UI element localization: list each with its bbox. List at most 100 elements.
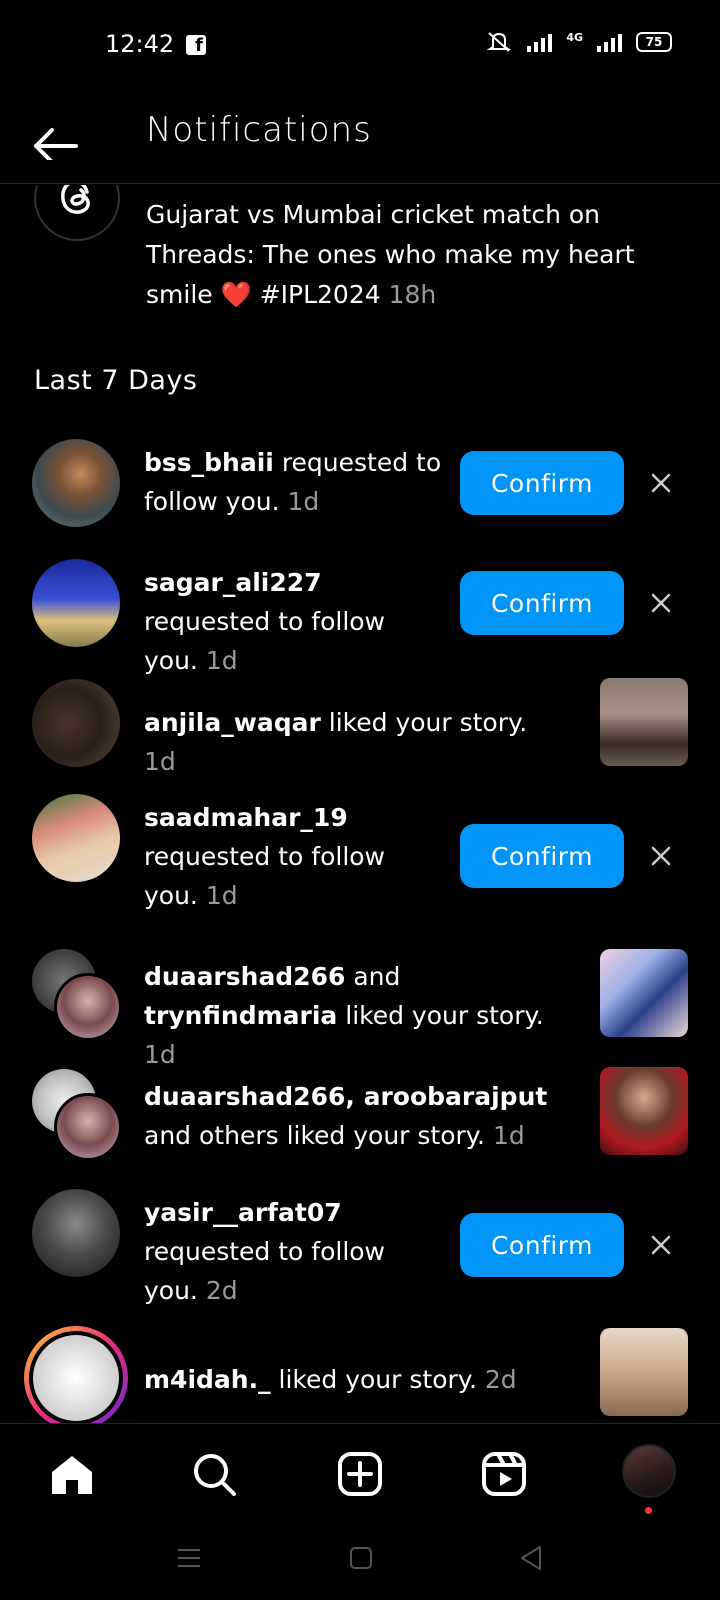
notification-action: liked your story.: [328, 708, 528, 737]
bottom-nav: [0, 1423, 720, 1523]
notification-text: duaarshad266, aroobarajput and others li…: [144, 1077, 554, 1155]
page-title: Notifications: [146, 110, 372, 150]
nav-search[interactable]: [186, 1446, 242, 1502]
notification-dot: [645, 1507, 652, 1514]
notification-text: m4idah._ liked your story. 2d: [144, 1360, 554, 1399]
notification-item[interactable]: anjila_waqar liked your story. 1d: [0, 675, 720, 776]
avatar: [54, 973, 122, 1041]
system-nav: [0, 1523, 720, 1600]
avatar[interactable]: [24, 1326, 128, 1423]
dismiss-button[interactable]: [646, 1230, 676, 1260]
username[interactable]: m4idah._: [144, 1365, 271, 1394]
notification-action: requested to follow you.: [144, 1237, 386, 1305]
notification-action: liked your story.: [345, 1001, 544, 1030]
confirm-button[interactable]: Confirm: [460, 451, 624, 515]
notifications-list[interactable]: Gujarat vs Mumbai cricket match on Threa…: [0, 185, 720, 1423]
nav-create[interactable]: [332, 1446, 388, 1502]
story-thumbnail[interactable]: [600, 678, 688, 766]
threads-notification[interactable]: Gujarat vs Mumbai cricket match on Threa…: [0, 185, 720, 315]
avatar[interactable]: [32, 679, 120, 767]
username-2[interactable]: trynfindmaria: [144, 1001, 337, 1030]
status-bar: 12:42 f 4G 75: [0, 0, 720, 90]
notification-item[interactable]: yasir__arfat07 requested to follow you. …: [0, 1185, 720, 1315]
threads-hashtag[interactable]: #IPL2024: [260, 280, 381, 309]
username[interactable]: bss_bhaii: [144, 448, 274, 477]
search-icon: [194, 1454, 236, 1496]
story-thumbnail[interactable]: [600, 1328, 688, 1416]
notification-time: 2d: [484, 1365, 517, 1394]
close-icon: [651, 593, 671, 613]
notification-time: 1d: [205, 881, 238, 910]
threads-avatar: [34, 185, 120, 241]
notification-connector: and: [144, 1121, 192, 1150]
username[interactable]: duaarshad266: [144, 962, 345, 991]
notification-action: requested to follow you.: [144, 607, 386, 675]
back-triangle-icon[interactable]: [516, 1543, 546, 1573]
notification-item[interactable]: bss_bhaii requested to follow you. 1d Co…: [0, 435, 720, 545]
avatar: [54, 1093, 122, 1161]
notification-text: sagar_ali227 requested to follow you. 1d: [144, 563, 444, 680]
back-button[interactable]: [30, 110, 84, 164]
notification-item[interactable]: sagar_ali227 requested to follow you. 1d…: [0, 555, 720, 675]
close-icon: [651, 473, 671, 493]
confirm-button[interactable]: Confirm: [460, 824, 624, 888]
username[interactable]: anjila_waqar: [144, 708, 321, 737]
threads-notification-text: Gujarat vs Mumbai cricket match on Threa…: [146, 185, 646, 315]
home-icon: [52, 1456, 92, 1494]
arrow-left-icon: [34, 128, 78, 164]
notification-text: bss_bhaii requested to follow you. 1d: [144, 443, 444, 521]
threads-icon: [61, 185, 90, 214]
close-icon: [651, 1235, 671, 1255]
notification-action: others liked your story.: [199, 1121, 485, 1150]
notification-text: yasir__arfat07 requested to follow you. …: [144, 1193, 404, 1310]
notification-text: saadmahar_19 requested to follow you. 1d: [144, 798, 404, 915]
close-icon: [651, 846, 671, 866]
avatar[interactable]: [32, 439, 120, 527]
notification-item[interactable]: saadmahar_19 requested to follow you. 1d…: [0, 790, 720, 920]
confirm-button[interactable]: Confirm: [460, 1213, 624, 1277]
signal-icon: [527, 32, 553, 52]
menu-icon[interactable]: [176, 1545, 202, 1571]
username[interactable]: sagar_ali227: [144, 568, 322, 597]
network-type: 4G: [566, 30, 583, 44]
notification-time: 2d: [205, 1276, 238, 1305]
dismiss-button[interactable]: [646, 468, 676, 498]
notification-time: 1d: [144, 747, 176, 776]
header: Notifications: [0, 90, 720, 184]
avatar[interactable]: [32, 794, 120, 882]
avatar-pair[interactable]: [32, 1069, 124, 1161]
notification-item[interactable]: duaarshad266 and trynfindmaria liked you…: [0, 945, 720, 1069]
username[interactable]: duaarshad266, aroobarajput: [144, 1082, 547, 1111]
notification-item[interactable]: m4idah._ liked your story. 2d: [0, 1326, 720, 1423]
notification-time: 1d: [287, 487, 320, 516]
profile-avatar[interactable]: [622, 1444, 676, 1498]
nav-home[interactable]: [44, 1446, 100, 1502]
notification-connector: and: [353, 962, 401, 991]
username[interactable]: saadmahar_19: [144, 803, 348, 832]
heart-icon: ❤️: [220, 280, 252, 309]
story-thumbnail[interactable]: [600, 1067, 688, 1155]
notification-time: 1d: [492, 1121, 525, 1150]
dismiss-button[interactable]: [646, 841, 676, 871]
signal-icon-2: [597, 32, 622, 52]
avatar[interactable]: [32, 1189, 120, 1277]
section-title: Last 7 Days: [34, 365, 198, 396]
username[interactable]: yasir__arfat07: [144, 1198, 342, 1227]
create-icon: [338, 1452, 382, 1496]
home-square-icon[interactable]: [348, 1545, 374, 1571]
notification-action: liked your story.: [278, 1365, 477, 1394]
story-thumbnail[interactable]: [600, 949, 688, 1037]
avatar-pair[interactable]: [32, 949, 124, 1041]
avatar[interactable]: [32, 559, 120, 647]
threads-time: 18h: [388, 280, 437, 309]
mute-icon: [487, 32, 512, 52]
notification-action: requested to follow you.: [144, 842, 386, 910]
notification-text: anjila_waqar liked your story. 1d: [144, 703, 554, 781]
dismiss-button[interactable]: [646, 588, 676, 618]
reels-icon: [482, 1452, 526, 1496]
status-time: 12:42: [105, 30, 175, 58]
notification-item[interactable]: duaarshad266, aroobarajput and others li…: [0, 1065, 720, 1165]
confirm-button[interactable]: Confirm: [460, 571, 624, 635]
nav-reels[interactable]: [476, 1446, 532, 1502]
facebook-icon: f: [186, 35, 206, 56]
